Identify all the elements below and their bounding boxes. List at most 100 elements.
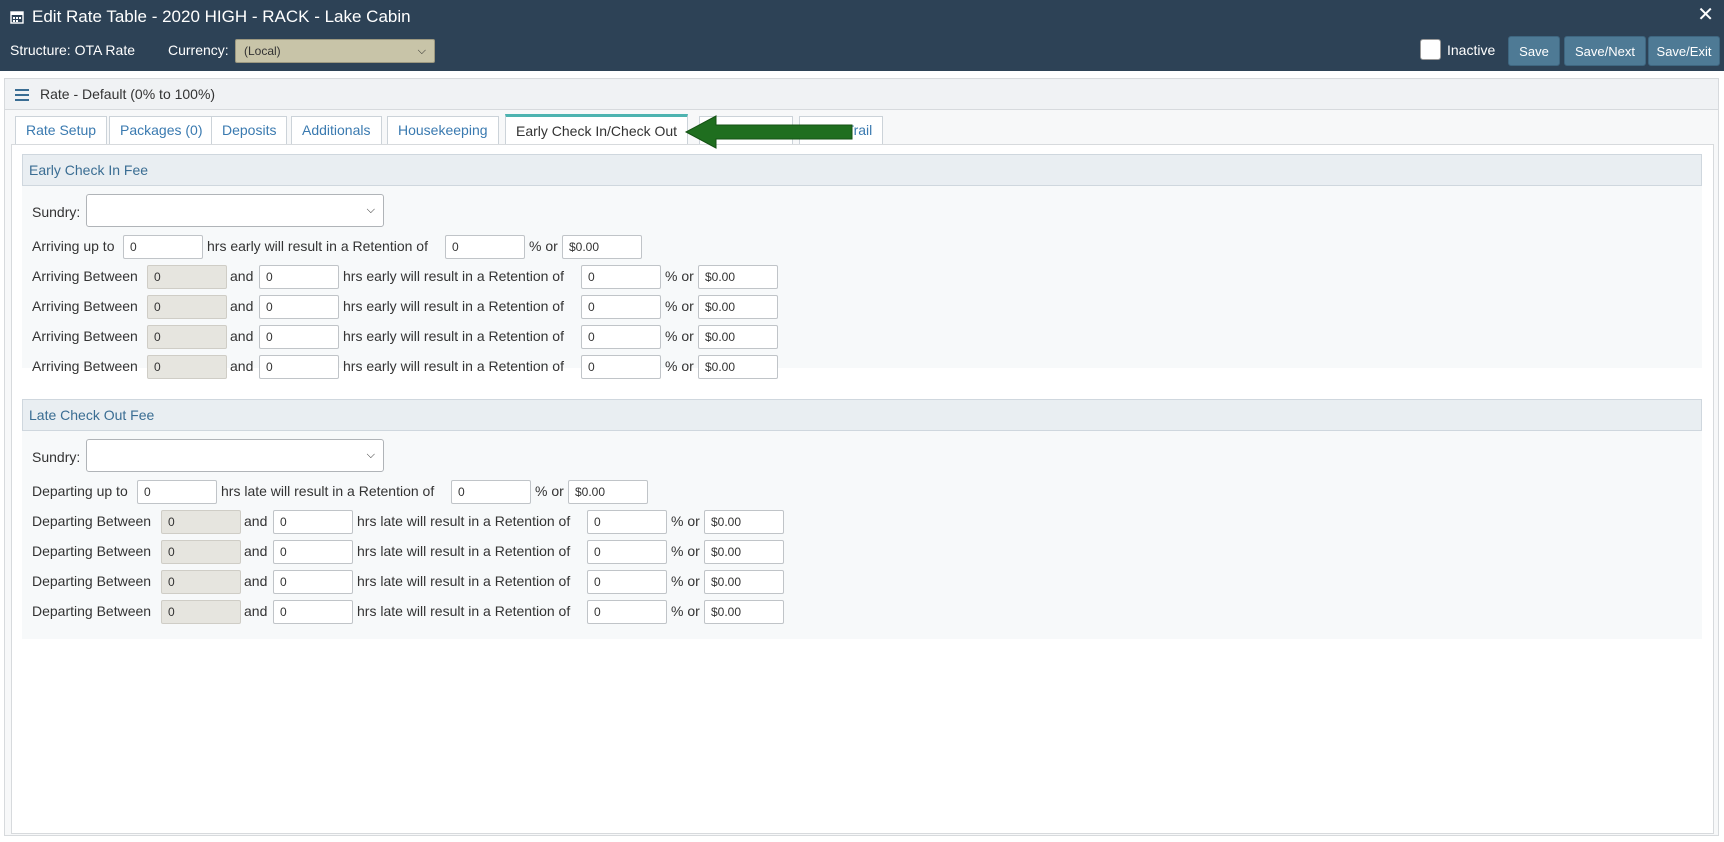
early-amount-input[interactable]: $0.00	[698, 325, 778, 349]
late-percent-input[interactable]: 0	[587, 510, 667, 534]
and-label: and	[244, 603, 268, 619]
retention-text: hrs early will result in a Retention of	[343, 358, 564, 374]
late-from-input: 0	[161, 540, 241, 564]
late-percent-input[interactable]: 0	[587, 540, 667, 564]
late-percent-input[interactable]: 0	[587, 570, 667, 594]
currency-value: (Local)	[244, 44, 281, 58]
late-to-input[interactable]: 0	[273, 510, 353, 534]
late-from-input: 0	[161, 510, 241, 534]
calendar-icon	[10, 11, 24, 24]
percent-or-label: % or	[671, 603, 700, 619]
late-amount-input[interactable]: $0.00	[568, 480, 648, 504]
early-percent-input[interactable]: 0	[581, 265, 661, 289]
tab-packages[interactable]: Packages (0)	[109, 116, 214, 144]
close-icon[interactable]: ✕	[1697, 4, 1714, 26]
late-amount-input[interactable]: $0.00	[704, 600, 784, 624]
percent-or-label: % or	[671, 543, 700, 559]
early-percent-input[interactable]: 0	[581, 355, 661, 379]
panel-bar: Rate - Default (0% to 100%)	[5, 79, 1718, 110]
early-amount-input[interactable]: $0.00	[698, 295, 778, 319]
percent-or-label: % or	[665, 358, 694, 374]
departing-between-label: Departing Between	[32, 513, 152, 529]
structure-label: Structure: OTA Rate	[10, 42, 136, 58]
early-from-input: 0	[147, 355, 227, 379]
early-from-input: 0	[147, 325, 227, 349]
late-hours-input[interactable]: 0	[137, 480, 217, 504]
early-sundry-select[interactable]: ⌵	[86, 194, 384, 227]
title-row: Edit Rate Table - 2020 HIGH - RACK - Lak…	[10, 6, 411, 28]
early-percent-input[interactable]: 0	[445, 235, 525, 259]
and-label: and	[230, 358, 254, 374]
percent-or-label: % or	[671, 513, 700, 529]
percent-or-label: % or	[665, 298, 694, 314]
early-to-input[interactable]: 0	[259, 265, 339, 289]
late-sundry-select[interactable]: ⌵	[86, 439, 384, 472]
retention-text: hrs late will result in a Retention of	[357, 603, 571, 619]
late-check-out-section: Sundry: ⌵ Departing up to 0 hrs late wil…	[22, 431, 1702, 639]
currency-select[interactable]: (Local) ⌵	[235, 39, 435, 63]
late-to-input[interactable]: 0	[273, 600, 353, 624]
save-exit-button[interactable]: Save/Exit	[1648, 36, 1720, 66]
dialog-header: Edit Rate Table - 2020 HIGH - RACK - Lak…	[0, 0, 1724, 71]
tab-early-check-in-out[interactable]: Early Check In/Check Out	[505, 114, 689, 145]
tab-additionals[interactable]: Additionals	[291, 116, 382, 144]
percent-or-label: % or	[665, 268, 694, 284]
late-amount-input[interactable]: $0.00	[704, 510, 784, 534]
late-percent-input[interactable]: 0	[587, 600, 667, 624]
late-to-input[interactable]: 0	[273, 540, 353, 564]
departing-up-to-label: Departing up to	[32, 483, 128, 499]
inactive-checkbox[interactable]	[1420, 39, 1441, 60]
tab-content: Early Check In Fee Sundry: ⌵ Arriving up…	[11, 144, 1714, 834]
retention-text: hrs late will result in a Retention of	[357, 573, 571, 589]
early-to-input[interactable]: 0	[259, 325, 339, 349]
tab-rate-setup[interactable]: Rate Setup	[15, 116, 108, 144]
chevron-down-icon: ⌵	[417, 44, 426, 57]
early-check-in-section: Sundry: ⌵ Arriving up to 0 hrs early wil…	[22, 186, 1702, 379]
save-button[interactable]: Save	[1508, 36, 1560, 66]
late-amount-input[interactable]: $0.00	[704, 540, 784, 564]
tab-audit-trail[interactable]: Audit Trail	[799, 116, 884, 144]
menu-icon[interactable]	[15, 89, 29, 101]
early-from-input: 0	[147, 265, 227, 289]
arriving-between-label: Arriving Between	[32, 358, 138, 374]
early-amount-input[interactable]: $0.00	[698, 265, 778, 289]
retention-text: hrs late will result in a Retention of	[357, 543, 571, 559]
early-to-input[interactable]: 0	[259, 295, 339, 319]
dialog-title: Edit Rate Table - 2020 HIGH - RACK - Lak…	[32, 7, 411, 26]
late-amount-input[interactable]: $0.00	[704, 570, 784, 594]
early-to-input[interactable]: 0	[259, 355, 339, 379]
and-label: and	[244, 543, 268, 559]
save-next-button[interactable]: Save/Next	[1564, 36, 1646, 66]
currency-label: Currency:	[168, 42, 229, 58]
late-from-input: 0	[161, 570, 241, 594]
retention-text: hrs early will result in a Retention of	[343, 298, 564, 314]
departing-between-label: Departing Between	[32, 573, 152, 589]
early-from-input: 0	[147, 295, 227, 319]
and-label: and	[230, 328, 254, 344]
and-label: and	[230, 298, 254, 314]
sundry-label: Sundry:	[32, 204, 81, 220]
percent-or-label: % or	[665, 328, 694, 344]
late-to-input[interactable]: 0	[273, 570, 353, 594]
early-amount-input[interactable]: $0.00	[698, 355, 778, 379]
chevron-down-icon: ⌵	[366, 204, 375, 216]
sundry-label: Sundry:	[32, 449, 81, 465]
early-amount-input[interactable]: $0.00	[562, 235, 642, 259]
early-percent-input[interactable]: 0	[581, 325, 661, 349]
tab-clean-fees[interactable]: Clean Fees	[699, 116, 793, 144]
percent-or-label: % or	[529, 238, 558, 254]
and-label: and	[230, 268, 254, 284]
early-check-in-heading: Early Check In Fee	[22, 154, 1702, 186]
early-percent-input[interactable]: 0	[581, 295, 661, 319]
inactive-label: Inactive	[1447, 42, 1496, 58]
late-percent-input[interactable]: 0	[451, 480, 531, 504]
departing-between-label: Departing Between	[32, 603, 152, 619]
early-hours-input[interactable]: 0	[123, 235, 203, 259]
tab-housekeeping[interactable]: Housekeeping	[387, 116, 499, 144]
panel-title: Rate - Default (0% to 100%)	[40, 86, 216, 102]
tab-deposits[interactable]: Deposits	[211, 116, 288, 144]
percent-or-label: % or	[535, 483, 564, 499]
late-check-out-heading: Late Check Out Fee	[22, 399, 1702, 431]
retention-text: hrs late will result in a Retention of	[357, 513, 571, 529]
arriving-between-label: Arriving Between	[32, 268, 138, 284]
